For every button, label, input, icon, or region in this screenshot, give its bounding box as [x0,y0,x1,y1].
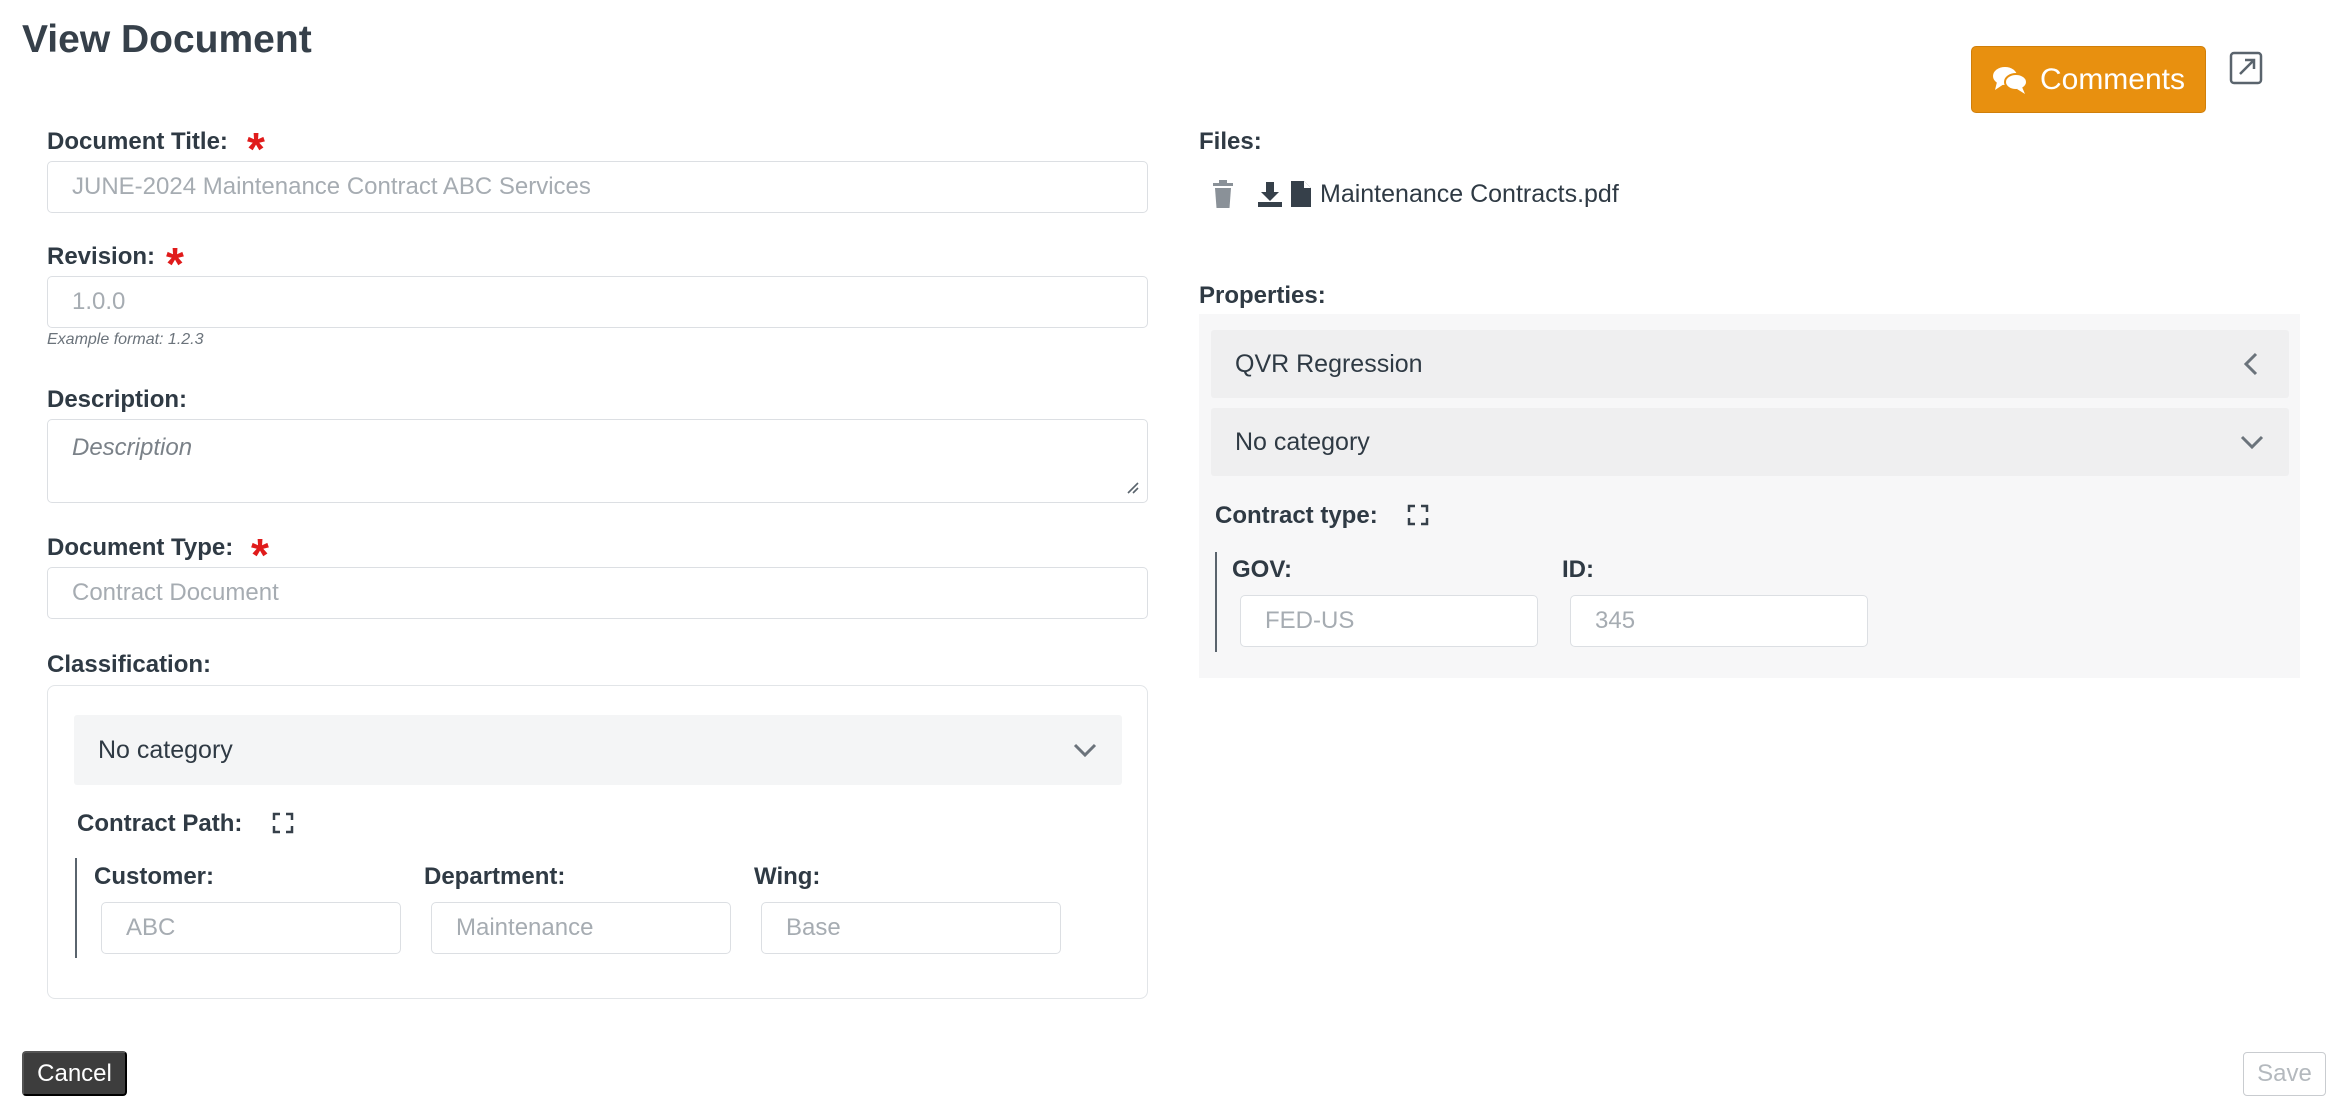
trash-icon[interactable] [1210,179,1236,209]
comments-button[interactable]: Comments [1971,46,2206,113]
properties-category-value: No category [1235,427,1370,456]
contract-path-label: Contract Path: [77,810,243,837]
chevron-down-icon [2240,435,2264,450]
open-external-icon[interactable] [2228,50,2264,86]
revision-hint: Example format: 1.2.3 [47,331,204,348]
customer-field[interactable]: ABC [101,902,401,954]
resize-grip-icon[interactable] [1125,480,1139,494]
path-divider [75,858,77,958]
save-button[interactable]: Save [2243,1052,2326,1096]
id-label: ID: [1562,556,1594,583]
file-name-link[interactable]: Maintenance Contracts.pdf [1320,180,1619,209]
contract-type-label: Contract type: [1215,502,1378,529]
department-field[interactable]: Maintenance [431,902,731,954]
cancel-button[interactable]: Cancel [22,1051,127,1096]
comments-icon [1992,66,2028,94]
description-placeholder: Description [72,434,193,461]
customer-label: Customer: [94,863,215,890]
description-label: Description: [47,386,188,413]
id-field[interactable]: 345 [1570,595,1868,647]
page-title: View Document [22,18,312,61]
properties-category-dropdown[interactable]: No category [1211,408,2289,476]
wing-field[interactable]: Base [761,902,1061,954]
properties-group-title: QVR Regression [1235,349,1423,378]
properties-group-header[interactable]: QVR Regression [1211,330,2289,398]
fullscreen-icon[interactable] [1407,504,1429,526]
files-label: Files: [1199,128,1262,155]
gov-field[interactable]: FED-US [1240,595,1538,647]
document-type-label: Document Type: [47,534,234,561]
revision-field[interactable]: 1.0.0 [47,276,1148,328]
chevron-left-icon [2243,352,2258,376]
revision-label: Revision: [47,243,156,270]
document-title-field[interactable]: JUNE-2024 Maintenance Contract ABC Servi… [47,161,1148,213]
properties-panel: QVR Regression No category Contract type… [1199,314,2300,678]
file-icon [1291,181,1311,207]
document-type-field[interactable]: Contract Document [47,567,1148,619]
properties-label: Properties: [1199,282,1326,309]
file-item: Maintenance Contracts.pdf [1210,176,1619,212]
department-label: Department: [424,863,566,890]
classification-category-value: No category [98,735,233,764]
gov-label: GOV: [1232,556,1293,583]
wing-label: Wing: [754,863,821,890]
description-field[interactable]: Description [47,419,1148,503]
download-icon[interactable] [1256,180,1284,208]
type-divider [1215,552,1217,652]
classification-category-dropdown[interactable]: No category [74,715,1122,785]
fullscreen-icon[interactable] [272,812,294,834]
comments-button-label: Comments [2039,62,2186,96]
classification-panel: No category Contract Path: Customer: ABC… [47,685,1148,999]
document-title-label: Document Title: [47,128,228,155]
classification-label: Classification: [47,651,212,678]
chevron-down-icon [1073,743,1097,758]
